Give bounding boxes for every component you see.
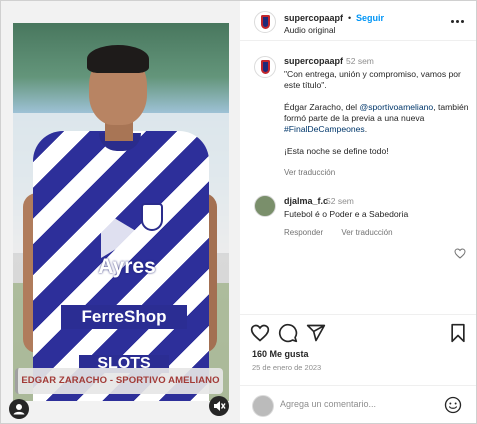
caption-text: "Con entrega, unión y compromiso, vamos … [284, 69, 470, 168]
commenter-avatar[interactable] [254, 195, 276, 217]
caption-line-3: ¡Esta noche se define todo! [284, 146, 389, 156]
muted-speaker-icon[interactable] [209, 396, 229, 416]
caption-line-2-end: . [364, 124, 368, 134]
post-video[interactable]: Ayres FerreShop SLOTS EDGAR ZARACHO - SP… [13, 23, 229, 401]
hashtag-link[interactable]: #FinalDeCampeones [284, 124, 365, 134]
comment-translate-link[interactable]: Ver traducción [341, 228, 392, 237]
audio-label[interactable]: Audio original [284, 25, 336, 35]
sponsor-ferreshop: FerreShop [61, 305, 187, 329]
add-comment-bar [240, 385, 476, 423]
club-crest-icon [261, 60, 270, 74]
comment-heart-icon[interactable] [454, 248, 466, 259]
play-icon[interactable] [101, 210, 141, 258]
media-panel: Ayres FerreShop SLOTS EDGAR ZARACHO - SP… [1, 1, 240, 423]
account-avatar[interactable] [254, 11, 276, 33]
comment-time[interactable]: 52 sem [326, 196, 354, 206]
bookmark-icon[interactable] [448, 323, 468, 343]
reply-button[interactable]: Responder [284, 228, 323, 237]
header-separator: • [348, 13, 352, 23]
mention-link[interactable]: @sportivoameliano [359, 102, 433, 112]
caption-line-1: "Con entrega, unión y compromiso, vamos … [284, 69, 461, 90]
club-crest-icon [261, 15, 270, 29]
follow-button[interactable]: Seguir [356, 13, 384, 23]
user-tag-icon[interactable] [9, 399, 29, 419]
caption-username[interactable]: supercopaapf [284, 56, 343, 66]
caption-translate-link[interactable]: Ver traducción [284, 168, 335, 177]
post-date[interactable]: 25 de enero de 2023 [252, 363, 321, 372]
post-details-panel: supercopaapf • Seguir Audio original sup… [240, 1, 476, 423]
comments-section: supercopaapf 52 sem "Con entrega, unión … [240, 42, 476, 310]
club-crest [141, 203, 163, 231]
sponsor-ayres: Ayres [98, 255, 156, 278]
post-header: supercopaapf • Seguir Audio original [240, 1, 476, 41]
caption-time[interactable]: 52 sem [346, 56, 374, 66]
likes-count[interactable]: 160 Me gusta [252, 349, 309, 359]
comment-text: Futebol é o Poder e a Sabedoria [284, 209, 409, 219]
share-icon[interactable] [306, 323, 326, 343]
current-user-avatar [252, 395, 274, 417]
caption-avatar[interactable] [254, 56, 276, 78]
emoji-icon[interactable] [444, 396, 462, 414]
more-options-icon[interactable] [451, 15, 465, 27]
comment-icon[interactable] [278, 323, 298, 343]
caption-line-2-start: Édgar Zaracho, del [284, 102, 360, 112]
account-username[interactable]: supercopaapf [284, 13, 343, 23]
player-hair [87, 45, 149, 73]
heart-icon[interactable] [250, 323, 270, 343]
video-caption-bar: EDGAR ZARACHO - SPORTIVO AMELIANO [15, 368, 223, 394]
caption-line-2: Édgar Zaracho, del @sportivoameliano, ta… [284, 102, 470, 135]
post-actions-bar [240, 314, 476, 350]
comment-input[interactable] [280, 399, 430, 409]
commenter-username[interactable]: djalma_f.c [284, 196, 328, 206]
comment-actions: Responder Ver traducción [284, 228, 409, 237]
